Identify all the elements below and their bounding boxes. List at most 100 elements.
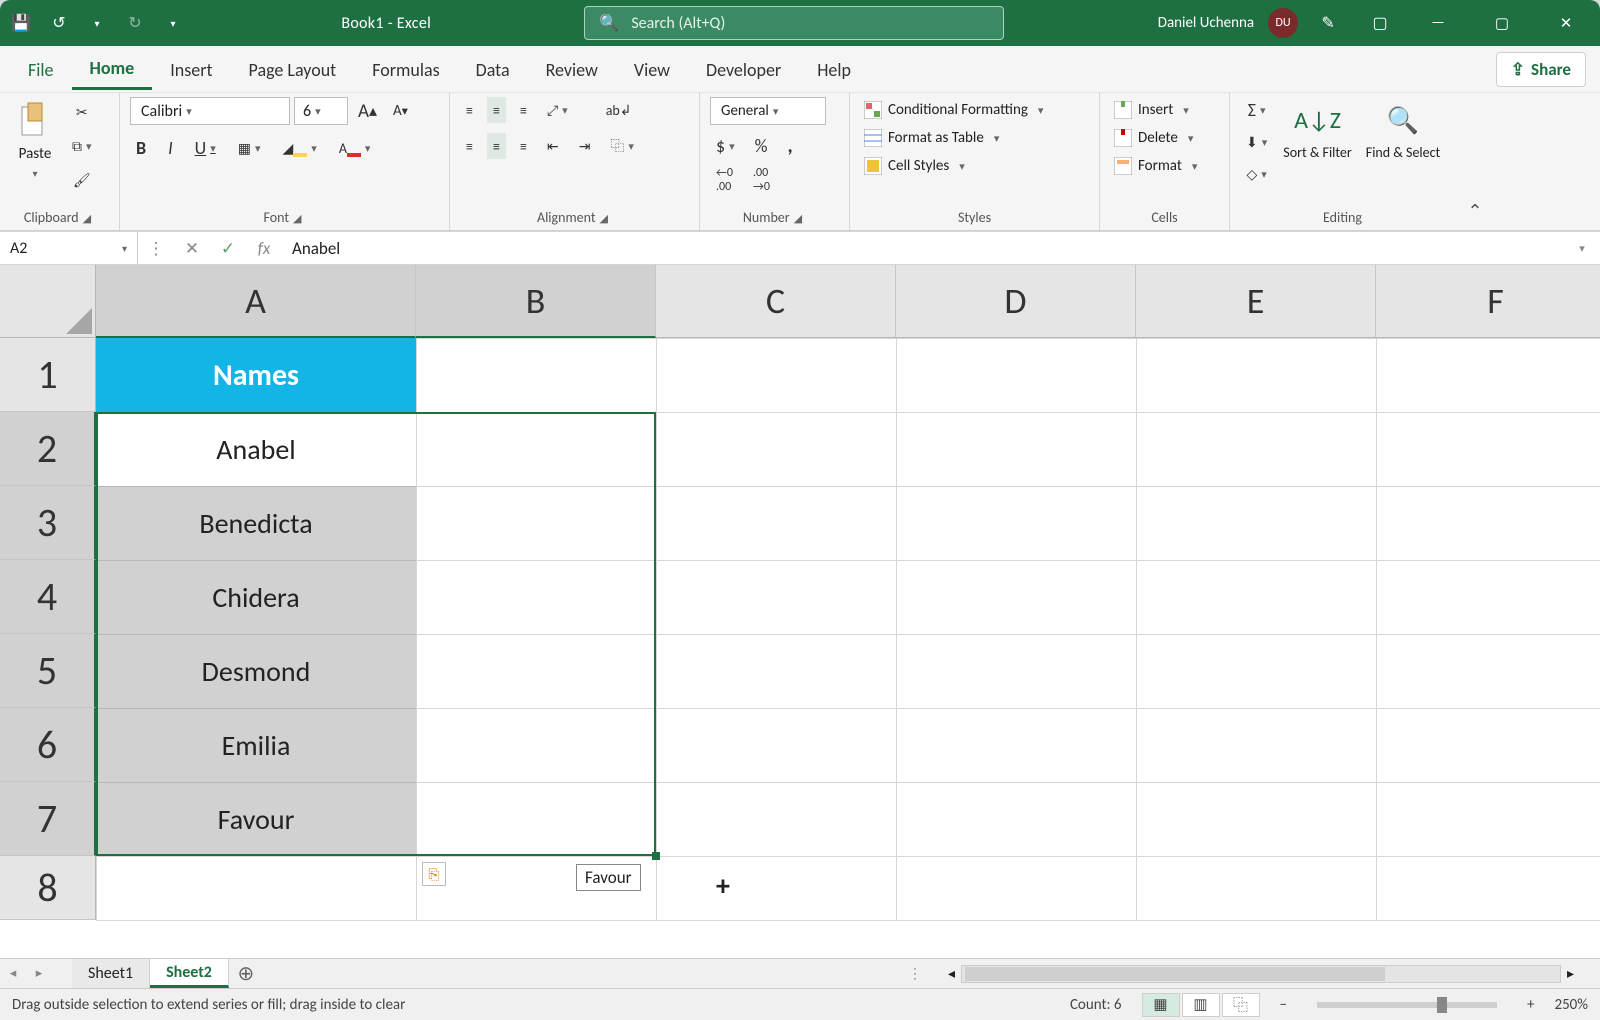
tab-formulas[interactable]: Formulas: [354, 50, 457, 89]
ribbon-display-icon[interactable]: ▢: [1358, 8, 1402, 38]
format-cells-button[interactable]: Format: [1110, 155, 1219, 177]
column-header-F[interactable]: F: [1376, 265, 1600, 338]
align-middle-icon[interactable]: ≡: [487, 97, 506, 123]
autosum-icon[interactable]: Σ: [1240, 97, 1273, 123]
cell-A1-header[interactable]: Names: [96, 338, 416, 412]
undo-more-icon[interactable]: ▾: [82, 8, 112, 38]
bold-button[interactable]: B: [130, 135, 152, 161]
sheet-tab-sheet2[interactable]: Sheet2: [150, 959, 229, 988]
enter-icon[interactable]: ✓: [210, 238, 246, 259]
new-sheet-button[interactable]: ⊕: [229, 959, 263, 988]
underline-button[interactable]: U: [189, 135, 222, 161]
decrease-font-icon[interactable]: A▾: [387, 98, 414, 124]
search-input[interactable]: 🔍 Search (Alt+Q): [584, 6, 1004, 40]
insert-cells-button[interactable]: Insert: [1110, 99, 1219, 121]
sort-filter-button[interactable]: A↓Z Sort & Filter: [1279, 97, 1356, 162]
autofill-options-icon[interactable]: ⎘: [422, 862, 446, 886]
coming-soon-icon[interactable]: ✎: [1306, 8, 1350, 38]
font-color-button[interactable]: A: [333, 135, 377, 161]
select-all-corner[interactable]: [0, 265, 96, 338]
merge-center-icon[interactable]: ⿻: [604, 133, 640, 159]
wrap-text-icon[interactable]: ab↲: [600, 97, 638, 123]
minimize-button[interactable]: —: [1410, 0, 1466, 46]
share-button[interactable]: ⇪ Share: [1496, 52, 1586, 87]
view-page-layout-icon[interactable]: ▥: [1182, 993, 1220, 1017]
format-as-table-button[interactable]: Format as Table: [860, 127, 1089, 149]
tab-home[interactable]: Home: [72, 48, 153, 90]
maximize-button[interactable]: ▢: [1474, 0, 1530, 46]
row-header-1[interactable]: 1: [0, 338, 96, 412]
align-right-icon[interactable]: ≡: [514, 133, 533, 159]
row-header-2[interactable]: 2: [0, 412, 96, 486]
zoom-in-icon[interactable]: +: [1527, 996, 1534, 1014]
expand-formula-icon[interactable]: ▾: [1564, 242, 1600, 255]
font-size-input[interactable]: 6: [294, 97, 348, 125]
dialog-launcher-icon[interactable]: ◢: [289, 212, 305, 225]
horizontal-scrollbar[interactable]: [961, 965, 1561, 983]
row-header-7[interactable]: 7: [0, 782, 96, 856]
font-name-input[interactable]: Calibri: [130, 97, 290, 125]
percent-icon[interactable]: %: [749, 133, 774, 159]
column-header-D[interactable]: D: [896, 265, 1136, 338]
decrease-decimal-icon[interactable]: .00→0: [747, 167, 776, 193]
tab-page-layout[interactable]: Page Layout: [231, 50, 355, 89]
decrease-indent-icon[interactable]: ⇤: [541, 133, 565, 159]
row-header-6[interactable]: 6: [0, 708, 96, 782]
cancel-icon[interactable]: ✕: [174, 238, 210, 259]
tab-file[interactable]: File: [10, 50, 72, 89]
clear-icon[interactable]: ◇: [1240, 161, 1273, 187]
fill-handle[interactable]: [652, 852, 660, 860]
tab-split-icon[interactable]: ⋮: [908, 965, 922, 982]
align-bottom-icon[interactable]: ≡: [514, 97, 533, 123]
tab-insert[interactable]: Insert: [152, 50, 230, 89]
dialog-launcher-icon[interactable]: ◢: [596, 212, 612, 225]
format-painter-button[interactable]: 🖌︎: [66, 167, 98, 193]
hscroll-thumb[interactable]: [965, 967, 1385, 981]
row-header-4[interactable]: 4: [0, 560, 96, 634]
hscroll-left-icon[interactable]: ◂: [948, 965, 955, 982]
delete-cells-button[interactable]: Delete: [1110, 127, 1219, 149]
row-header-8[interactable]: 8: [0, 856, 96, 920]
sheet-nav-first-icon[interactable]: ◂: [0, 959, 26, 988]
increase-font-icon[interactable]: A▴: [352, 98, 383, 124]
collapse-ribbon-icon[interactable]: ⌃: [1455, 93, 1495, 230]
qat-customize-icon[interactable]: ▾: [158, 8, 188, 38]
column-header-E[interactable]: E: [1136, 265, 1376, 338]
options-icon[interactable]: ⋮: [138, 238, 174, 259]
align-top-icon[interactable]: ≡: [460, 97, 479, 123]
sheet-tab-sheet1[interactable]: Sheet1: [72, 959, 150, 988]
copy-button[interactable]: ⧉: [66, 133, 98, 159]
zoom-slider[interactable]: [1317, 1002, 1497, 1008]
view-page-break-icon[interactable]: ⿻: [1222, 993, 1260, 1017]
close-button[interactable]: ✕: [1538, 0, 1594, 46]
sheet-nav-prev-icon[interactable]: ▸: [26, 959, 52, 988]
orientation-icon[interactable]: ⤢: [541, 97, 574, 123]
hscroll-right-icon[interactable]: ▸: [1567, 965, 1574, 982]
increase-indent-icon[interactable]: ⇥: [573, 133, 597, 159]
dialog-launcher-icon[interactable]: ◢: [790, 212, 806, 225]
tab-review[interactable]: Review: [528, 50, 616, 89]
row-header-5[interactable]: 5: [0, 634, 96, 708]
cut-button[interactable]: ✂︎: [66, 99, 98, 125]
zoom-thumb[interactable]: [1437, 997, 1447, 1013]
column-header-B[interactable]: B: [416, 265, 656, 338]
name-box[interactable]: A2 ▾: [0, 232, 138, 264]
column-header-C[interactable]: C: [656, 265, 896, 338]
number-format-select[interactable]: General: [710, 97, 826, 125]
currency-icon[interactable]: $: [710, 133, 741, 159]
formula-input[interactable]: Anabel: [282, 238, 1564, 259]
align-left-icon[interactable]: ≡: [460, 133, 479, 159]
tab-developer[interactable]: Developer: [688, 50, 799, 89]
comma-icon[interactable]: ,: [782, 133, 799, 159]
zoom-out-icon[interactable]: −: [1280, 996, 1287, 1014]
cell-styles-button[interactable]: Cell Styles: [860, 155, 1089, 177]
worksheet-grid[interactable]: ABCDEF 12345678 NamesAnabelBenedictaChid…: [0, 265, 1600, 958]
account-name[interactable]: Daniel Uchenna: [1158, 14, 1254, 32]
redo-button[interactable]: ↻: [120, 8, 150, 38]
italic-button[interactable]: I: [162, 135, 179, 161]
fill-color-button[interactable]: ◢: [277, 135, 323, 161]
tab-help[interactable]: Help: [799, 50, 869, 89]
fx-icon[interactable]: fx: [246, 238, 282, 259]
find-select-button[interactable]: 🔍 Find & Select: [1362, 97, 1444, 162]
zoom-level[interactable]: 250%: [1554, 996, 1588, 1014]
